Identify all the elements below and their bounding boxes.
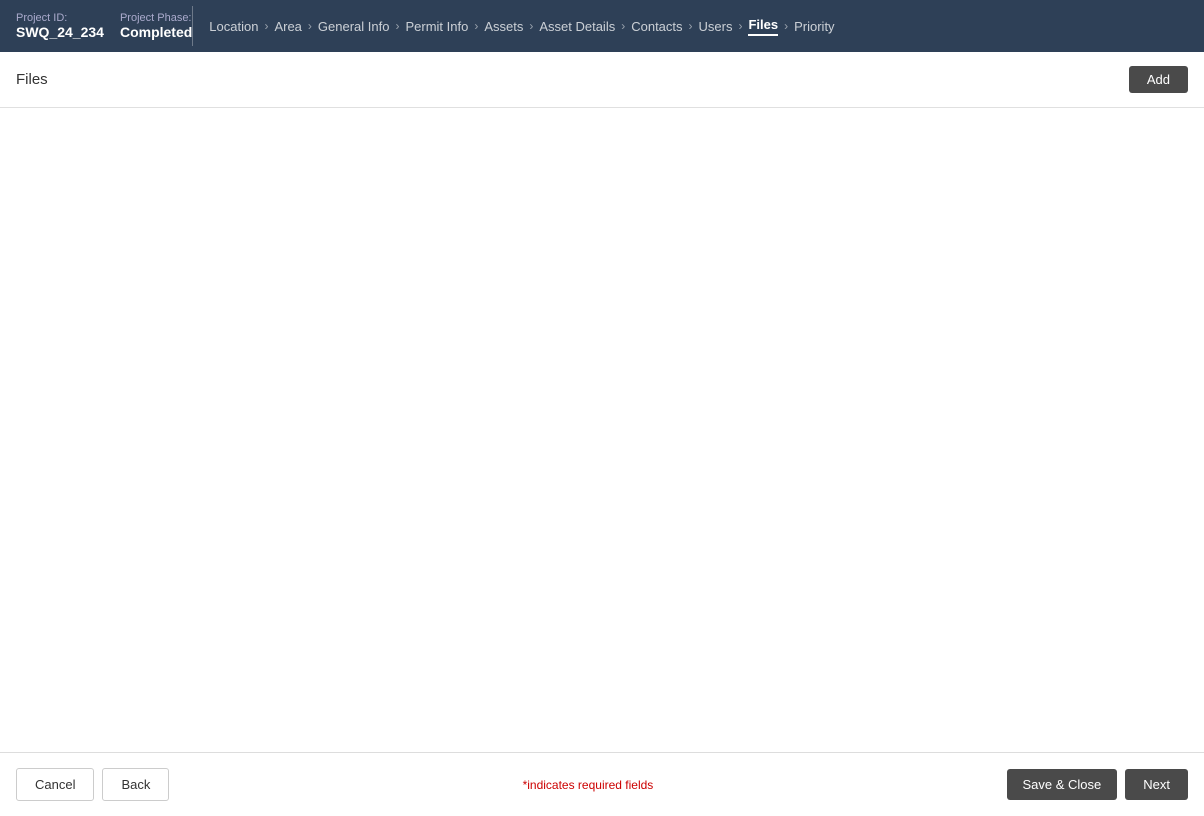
header-divider: [192, 6, 193, 46]
cancel-button[interactable]: Cancel: [16, 768, 94, 801]
back-button[interactable]: Back: [102, 768, 169, 801]
page-header: Project ID: SWQ_24_234 Project Phase: Co…: [0, 0, 1204, 52]
footer: Cancel Back *indicates required fields S…: [0, 752, 1204, 816]
project-phase-value: Completed: [120, 24, 192, 40]
breadcrumb-item-assets[interactable]: Assets: [484, 19, 523, 34]
breadcrumb-item-users[interactable]: Users: [699, 19, 733, 34]
footer-left-actions: Cancel Back: [16, 768, 169, 801]
breadcrumb-separator: ›: [308, 19, 312, 33]
project-phase-label: Project Phase:: [120, 12, 192, 24]
breadcrumb-separator: ›: [474, 19, 478, 33]
files-panel: Files Add: [0, 52, 1204, 752]
breadcrumb-item-permit-info[interactable]: Permit Info: [405, 19, 468, 34]
breadcrumb-separator: ›: [264, 19, 268, 33]
footer-right-actions: Save & Close Next: [1007, 769, 1189, 800]
files-header: Files Add: [0, 52, 1204, 108]
breadcrumb-separator: ›: [529, 19, 533, 33]
required-fields-note: *indicates required fields: [523, 778, 654, 792]
project-id-value: SWQ_24_234: [16, 24, 104, 40]
save-close-button[interactable]: Save & Close: [1007, 769, 1118, 800]
add-button[interactable]: Add: [1129, 66, 1188, 93]
breadcrumb-item-asset-details[interactable]: Asset Details: [539, 19, 615, 34]
project-id-label: Project ID:: [16, 12, 104, 24]
breadcrumb-separator: ›: [621, 19, 625, 33]
project-phase-block: Project Phase: Completed: [120, 12, 192, 40]
project-id-block: Project ID: SWQ_24_234: [16, 12, 104, 40]
project-info: Project ID: SWQ_24_234 Project Phase: Co…: [16, 12, 192, 40]
breadcrumb-separator: ›: [738, 19, 742, 33]
files-body: [0, 108, 1204, 752]
next-button[interactable]: Next: [1125, 769, 1188, 800]
main-content: Files Add: [0, 52, 1204, 752]
breadcrumb-separator: ›: [689, 19, 693, 33]
breadcrumb-separator: ›: [784, 19, 788, 33]
breadcrumb-item-contacts[interactable]: Contacts: [631, 19, 682, 34]
files-title: Files: [16, 71, 48, 88]
breadcrumb-item-area[interactable]: Area: [274, 19, 301, 34]
breadcrumb-item-general-info[interactable]: General Info: [318, 19, 390, 34]
breadcrumb-item-location[interactable]: Location: [209, 19, 258, 34]
breadcrumb-item-priority[interactable]: Priority: [794, 19, 834, 34]
breadcrumb-separator: ›: [395, 19, 399, 33]
breadcrumb: Location › Area › General Info › Permit Info › A…: [209, 17, 834, 36]
breadcrumb-item-files[interactable]: Files: [748, 17, 778, 36]
